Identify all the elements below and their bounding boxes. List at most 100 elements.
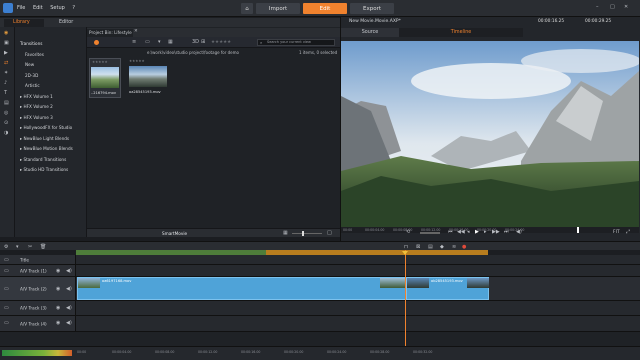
track-visibility-icon[interactable]: ◉ xyxy=(56,320,60,326)
track-name[interactable]: Title xyxy=(20,257,29,262)
play-icon[interactable]: ▶ xyxy=(475,229,479,235)
sort-icon[interactable]: ▾ xyxy=(158,39,161,45)
step-forward-icon[interactable]: ▶▶ xyxy=(492,229,500,235)
home-button[interactable]: ⌂ xyxy=(241,3,253,14)
timeline-ruler[interactable]: 00:00 00:00:04.00 00:00:08.00 00:00:12.0… xyxy=(0,346,640,360)
sidebar-item-standard[interactable]: ▸ Standard Transitions xyxy=(15,155,86,166)
media-rating[interactable]: ★★★★★ xyxy=(92,60,108,64)
track-lock-icon[interactable]: ▭ xyxy=(4,268,9,274)
close-icon[interactable]: ✕ xyxy=(624,4,628,10)
view-list-icon[interactable]: ≡ xyxy=(132,39,136,45)
razor-icon[interactable]: ✂ xyxy=(28,244,32,250)
watch-folder-icon[interactable] xyxy=(94,40,99,45)
timeline-clip[interactable]: oa6197168.mov xyxy=(77,277,406,300)
sidebar-item-studio-hd[interactable]: ▸ Studio HD Transitions xyxy=(15,165,86,176)
maximize-icon[interactable]: □ xyxy=(610,4,615,10)
media-item[interactable]: ★★★★★ ..216794.mov xyxy=(89,58,121,98)
track-lock-icon[interactable]: ▭ xyxy=(4,320,9,326)
track-audio-icon[interactable]: ◀) xyxy=(66,320,72,326)
sidebar-item-newblue-motion[interactable]: ▸ NewBlue Motion Blends xyxy=(15,144,86,155)
tab-project-bin[interactable]: Project Bin: Lifestyle xyxy=(87,29,133,37)
effects-icon[interactable]: ✶ xyxy=(4,70,8,76)
playhead[interactable] xyxy=(405,250,406,356)
close-tab-icon[interactable]: ✕ xyxy=(134,29,138,34)
titles-icon[interactable]: T xyxy=(4,90,7,96)
sidebar-item-hfx2[interactable]: ▸ HFX Volume 2 xyxy=(15,102,86,113)
folder-icon[interactable]: ▭ xyxy=(145,39,150,45)
smartmovie-button[interactable]: SmartMovie xyxy=(162,231,187,236)
timecode-left[interactable]: 00:00:16.25 xyxy=(538,19,564,24)
disc-menu-icon[interactable]: ⊙ xyxy=(4,120,8,126)
detach-icon[interactable]: □ xyxy=(327,230,332,236)
fullscreen-icon[interactable]: ⤢ xyxy=(626,229,630,235)
zoom-slider-handle[interactable] xyxy=(302,231,304,236)
add-track-icon[interactable]: ▾ xyxy=(16,244,19,250)
track-visibility-icon[interactable]: ◉ xyxy=(56,305,60,311)
tab-editor[interactable]: Editor xyxy=(48,19,88,27)
export-button[interactable]: Export xyxy=(350,3,394,14)
project-icon[interactable]: ◉ xyxy=(4,30,8,36)
sidebar-item-2d-3d[interactable]: 2D-3D xyxy=(15,71,86,82)
media-item[interactable]: ★★★★★ oa28545193.mov xyxy=(129,58,169,98)
sound-icon[interactable]: ◎ xyxy=(4,110,8,116)
track-lock-icon[interactable]: ▭ xyxy=(4,257,9,263)
zoom-level[interactable]: FIT xyxy=(613,230,620,235)
shuttle-slider[interactable] xyxy=(420,232,440,234)
video-preview[interactable] xyxy=(341,41,639,227)
color-icon[interactable]: ◑ xyxy=(4,130,8,136)
track-name[interactable]: A/V Track (3) xyxy=(20,306,47,311)
tab-source[interactable]: Source xyxy=(341,28,399,37)
track-lock-icon[interactable]: ▭ xyxy=(4,286,9,292)
photos-icon[interactable]: ▣ xyxy=(4,40,9,46)
timeline-clip[interactable]: ob28545193.mov xyxy=(406,277,489,300)
delete-icon[interactable]: 🗑 xyxy=(40,244,46,250)
track-lock-icon[interactable]: ▭ xyxy=(4,305,9,311)
sidebar-item-new[interactable]: New xyxy=(15,60,86,71)
thumbnail-zoom-slider[interactable] xyxy=(292,233,322,234)
import-button[interactable]: Import xyxy=(256,3,300,14)
frame-forward-icon[interactable]: ▸ xyxy=(484,229,487,235)
search-input[interactable]: ⌕ Search your current view xyxy=(257,39,335,46)
track-name[interactable]: A/V Track (2) xyxy=(20,286,47,291)
track-audio-icon[interactable]: ◀) xyxy=(66,305,72,311)
help-icon[interactable]: ? xyxy=(72,5,75,11)
sidebar-item-artistic[interactable]: Artistic xyxy=(15,81,86,92)
sidebar-item-newblue-light[interactable]: ▸ NewBlue Light Blends xyxy=(15,134,86,145)
loop-icon[interactable]: ⟲ xyxy=(406,229,410,235)
sidebar-item-hfx3[interactable]: ▸ HFX Volume 3 xyxy=(15,113,86,124)
step-back-icon[interactable]: ◀◀ xyxy=(457,229,465,235)
montage-icon[interactable]: ▤ xyxy=(4,100,9,106)
rating-filter[interactable]: ★★★★★ xyxy=(211,40,231,45)
tags-icon[interactable]: ⊞ xyxy=(201,39,205,45)
track-name[interactable]: A/V Track (4) xyxy=(20,321,47,326)
edit-button[interactable]: Edit xyxy=(303,3,347,14)
frame-back-icon[interactable]: ◂ xyxy=(467,229,470,235)
grid-view-icon[interactable]: ▦ xyxy=(283,230,288,236)
track-visibility-icon[interactable]: ◉ xyxy=(56,286,60,292)
menu-setup[interactable]: Setup xyxy=(50,5,65,11)
video-icon[interactable]: ▶ xyxy=(4,50,8,56)
tab-timeline[interactable]: Timeline xyxy=(399,28,523,37)
track-name[interactable]: A/V Track (1) xyxy=(20,268,47,273)
sidebar-item-hfx1[interactable]: ▸ HFX Volume 1 xyxy=(15,92,86,103)
thumbnail-size-icon[interactable]: 3D xyxy=(192,39,199,45)
go-to-end-icon[interactable]: ⏭ xyxy=(504,229,509,235)
transitions-icon[interactable]: ⇄ xyxy=(4,60,8,66)
track-visibility-icon[interactable]: ◉ xyxy=(56,268,60,274)
filter-icon[interactable]: ▦ xyxy=(168,39,173,45)
media-rating[interactable]: ★★★★★ xyxy=(129,59,145,63)
timecode-right[interactable]: 00:00:29.25 xyxy=(585,19,611,24)
playhead-handle-icon[interactable] xyxy=(402,251,408,255)
menu-edit[interactable]: Edit xyxy=(33,5,43,11)
go-to-start-icon[interactable]: ⏮ xyxy=(448,229,453,235)
tab-library[interactable]: Library xyxy=(4,19,44,27)
track-audio-icon[interactable]: ◀) xyxy=(66,268,72,274)
sidebar-item-hollywoodfx[interactable]: ▸ HollywoodFX for Studio xyxy=(15,123,86,134)
menu-file[interactable]: File xyxy=(17,5,25,11)
track-audio-icon[interactable]: ◀) xyxy=(66,286,72,292)
sidebar-item-favorites[interactable]: Favorites xyxy=(15,50,86,61)
music-icon[interactable]: ♪ xyxy=(4,80,7,86)
settings-icon[interactable]: ⚙ xyxy=(4,244,8,250)
minimize-icon[interactable]: – xyxy=(596,4,599,10)
volume-icon[interactable]: ◀) xyxy=(516,229,522,235)
